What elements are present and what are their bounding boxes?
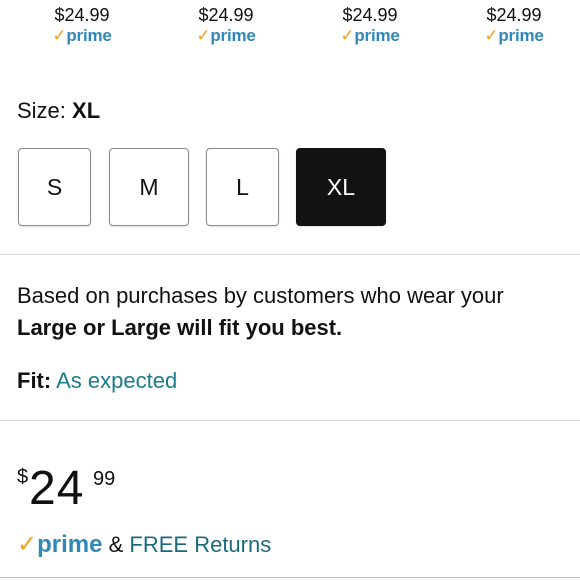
check-icon: ✓ (484, 26, 499, 45)
variant-price-row: $24.99 ✓prime $24.99 ✓prime $24.99 ✓prim… (0, 0, 580, 52)
price-currency: $ (17, 466, 29, 488)
divider (0, 420, 580, 421)
fit-label: Fit: (17, 368, 52, 393)
size-label: Size: (17, 98, 66, 123)
divider (0, 577, 580, 578)
variant-price: $24.99 (54, 5, 110, 25)
prime-label: prime (210, 26, 256, 45)
variant-price-item[interactable]: $24.99 ✓prime (171, 4, 281, 46)
fit-recommendation-line1: Based on purchases by customers who wear… (17, 283, 504, 308)
price-fraction: 99 (93, 468, 116, 490)
delivery-row: ✓prime & FREE Returns (17, 530, 271, 560)
size-heading: Size: XL (17, 98, 100, 124)
fit-recommendation: Based on purchases by customers who wear… (17, 280, 580, 344)
variant-price-item[interactable]: $24.99 ✓prime (315, 4, 425, 46)
free-returns-link[interactable]: FREE Returns (129, 532, 271, 557)
fit-value-link[interactable]: As expected (56, 368, 177, 393)
fit-recommendation-line2: Large or Large will fit you best. (17, 315, 343, 340)
check-icon: ✓ (17, 531, 38, 558)
prime-label: prime (66, 26, 112, 45)
divider (0, 254, 580, 255)
prime-badge: ✓prime (315, 26, 425, 46)
variant-price-item[interactable]: $24.99 ✓prime (459, 4, 569, 46)
check-icon: ✓ (340, 26, 355, 45)
size-option-s[interactable]: S (18, 148, 91, 226)
price-whole: 24 (29, 462, 85, 515)
check-icon: ✓ (196, 26, 211, 45)
variant-price-item[interactable]: $24.99 ✓prime (27, 4, 137, 46)
size-selected-value: XL (72, 98, 101, 123)
variant-price: $24.99 (486, 5, 542, 25)
variant-price: $24.99 (198, 5, 254, 25)
fit-row: Fit: As expected (17, 366, 177, 396)
ampersand: & (108, 532, 124, 557)
variant-price: $24.99 (342, 5, 398, 25)
check-icon: ✓ (52, 26, 67, 45)
prime-badge: ✓prime (27, 26, 137, 46)
prime-label: prime (354, 26, 400, 45)
size-option-xl[interactable]: XL (296, 148, 386, 226)
prime-badge: ✓prime (459, 26, 569, 46)
size-option-m[interactable]: M (109, 148, 189, 226)
size-option-l[interactable]: L (206, 148, 279, 226)
prime-badge: ✓prime (17, 531, 102, 558)
prime-label: prime (498, 26, 544, 45)
prime-label: prime (37, 531, 103, 558)
prime-badge: ✓prime (171, 26, 281, 46)
